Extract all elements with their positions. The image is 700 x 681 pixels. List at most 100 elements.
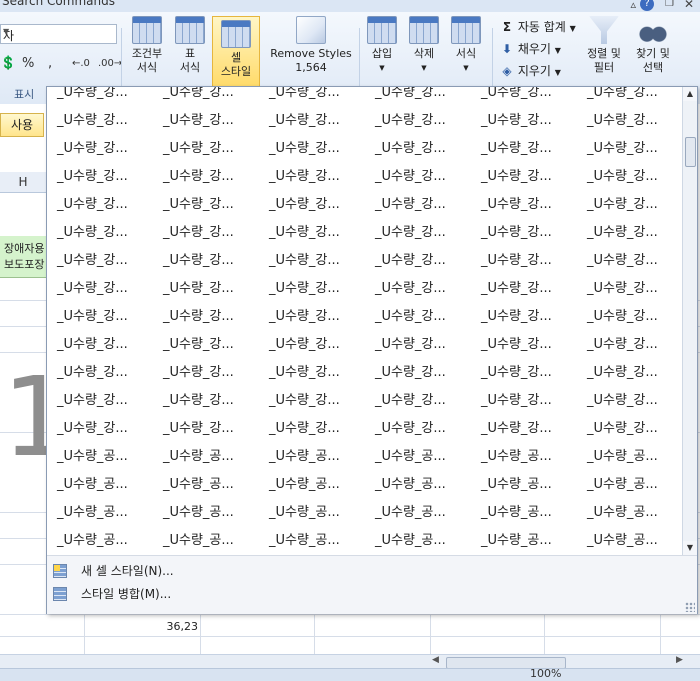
cell-style-item[interactable]: _U수량_공...	[579, 529, 683, 553]
cell-style-item[interactable]: _U수량_강...	[579, 165, 683, 189]
cell-styles-button[interactable]: 셀 스타일	[212, 16, 260, 92]
cell-style-item[interactable]: _U수량_공...	[367, 445, 471, 469]
cell-style-item[interactable]: _U수량_강...	[367, 165, 471, 189]
decrease-decimal-icon[interactable]: .00→	[98, 58, 122, 69]
cell-style-item[interactable]: _U수량_공...	[473, 501, 577, 525]
cell-style-item[interactable]: _U수량_공...	[367, 473, 471, 497]
cell-style-item[interactable]: _U수량_강...	[579, 137, 683, 161]
cell-style-item[interactable]: _U수량_강...	[367, 109, 471, 133]
accounting-format-icon[interactable]: 💲	[0, 56, 16, 71]
cell-style-item[interactable]: _U수량_공...	[155, 501, 259, 525]
cell-style-item[interactable]: _U수량_강...	[261, 361, 365, 385]
zoom-level[interactable]: 100%	[530, 667, 561, 680]
cell-style-item[interactable]: _U수량_강...	[261, 165, 365, 189]
cell-style-item[interactable]: _U수량_강...	[49, 221, 153, 245]
horizontal-scrollbar[interactable]: ◀ ▶	[0, 654, 700, 669]
cell-style-item[interactable]: _U수량_강...	[579, 249, 683, 273]
close-icon[interactable]: ✕	[684, 0, 694, 11]
cell-style-item[interactable]: _U수량_강...	[155, 305, 259, 329]
find-select-button[interactable]: 찾기 및 선택	[630, 16, 676, 75]
cell-style-item[interactable]: _U수량_강...	[579, 389, 683, 413]
cell-style-item[interactable]: _U수량_강...	[49, 109, 153, 133]
cell-style-item[interactable]: _U수량_강...	[473, 193, 577, 217]
new-cell-style-menu-item[interactable]: 새 셀 스타일(N)...	[53, 560, 653, 582]
gallery-scrollbar[interactable]: ▲ ▼	[682, 87, 697, 555]
cell-style-item[interactable]: _U수량_공...	[49, 445, 153, 469]
clear-button[interactable]: ◈ 지우기 ▼	[500, 62, 561, 79]
cell-style-item[interactable]: _U수량_강...	[261, 305, 365, 329]
cell-style-item[interactable]: _U수량_공...	[261, 445, 365, 469]
cell-style-item[interactable]: _U수량_강...	[261, 193, 365, 217]
cell-style-item[interactable]: _U수량_공...	[579, 445, 683, 469]
cell-style-item[interactable]: _U수량_공...	[473, 445, 577, 469]
merge-styles-menu-item[interactable]: 스타일 병합(M)...	[53, 583, 653, 605]
cell-style-item[interactable]: _U수량_강...	[49, 361, 153, 385]
cell-style-item[interactable]: _U수량_공...	[49, 501, 153, 525]
cell-style-item[interactable]: _U수량_강...	[579, 417, 683, 441]
cell-style-item[interactable]: _U수량_강...	[155, 417, 259, 441]
cell-style-item[interactable]: _U수량_강...	[155, 87, 259, 105]
scroll-left-icon[interactable]: ◀	[432, 655, 439, 665]
cell-style-item[interactable]: _U수량_강...	[579, 305, 683, 329]
cell-style-item[interactable]: _U수량_공...	[579, 473, 683, 497]
cell-style-item[interactable]: _U수량_강...	[155, 109, 259, 133]
scroll-down-icon[interactable]: ▼	[683, 541, 697, 555]
cell-style-item[interactable]: _U수량_강...	[473, 165, 577, 189]
styled-cell[interactable]: 사용	[0, 113, 44, 137]
cell-style-item[interactable]: _U수량_강...	[473, 87, 577, 105]
cell-style-item[interactable]: _U수량_강...	[367, 361, 471, 385]
cell-style-item[interactable]: _U수량_강...	[49, 333, 153, 357]
cell-style-item[interactable]: _U수량_강...	[579, 333, 683, 357]
cell-style-item[interactable]: _U수량_강...	[367, 87, 471, 105]
green-cell[interactable]: 장애자용 보도포장	[0, 236, 46, 278]
comma-style-button[interactable]: ,	[48, 56, 52, 71]
cell-style-item[interactable]: _U수량_강...	[49, 87, 153, 105]
cell-style-item[interactable]: _U수량_강...	[473, 417, 577, 441]
cell-style-item[interactable]: _U수량_강...	[367, 221, 471, 245]
cell-style-item[interactable]: _U수량_강...	[155, 249, 259, 273]
cell-style-item[interactable]: _U수량_강...	[49, 137, 153, 161]
autosum-button[interactable]: Σ 자동 합계 ▼	[500, 18, 576, 35]
cell-style-item[interactable]: _U수량_강...	[473, 137, 577, 161]
cell-style-item[interactable]: _U수량_강...	[367, 137, 471, 161]
cell-style-item[interactable]: _U수량_강...	[261, 87, 365, 105]
cell-style-item[interactable]: _U수량_공...	[49, 473, 153, 497]
scroll-up-icon[interactable]: ▲	[683, 87, 697, 101]
cell-style-item[interactable]: _U수량_강...	[49, 417, 153, 441]
cell-style-item[interactable]: _U수량_강...	[261, 333, 365, 357]
cell-style-item[interactable]: _U수량_공...	[155, 445, 259, 469]
cell-style-item[interactable]: _U수량_공...	[155, 529, 259, 553]
cell-style-item[interactable]: _U수량_강...	[49, 389, 153, 413]
cell-style-item[interactable]: _U수량_강...	[473, 305, 577, 329]
cell-style-item[interactable]: _U수량_강...	[261, 249, 365, 273]
cell-style-item[interactable]: _U수량_강...	[473, 277, 577, 301]
percent-style-button[interactable]: %	[22, 56, 34, 71]
cell-style-item[interactable]: _U수량_강...	[579, 221, 683, 245]
cell-style-item[interactable]: _U수량_강...	[155, 333, 259, 357]
cell-style-item[interactable]: _U수량_강...	[579, 87, 683, 105]
insert-cells-button[interactable]: 삽입 ▼	[362, 16, 402, 75]
cell-style-item[interactable]: _U수량_강...	[367, 249, 471, 273]
cell-style-item[interactable]: _U수량_강...	[367, 417, 471, 441]
cell-style-item[interactable]: _U수량_강...	[49, 249, 153, 273]
conditional-format-button[interactable]: 조건부 서식	[124, 16, 170, 75]
cell-style-item[interactable]: _U수량_공...	[473, 473, 577, 497]
cell-style-item[interactable]: _U수량_공...	[579, 501, 683, 525]
cell-style-item[interactable]: _U수량_강...	[579, 193, 683, 217]
resize-grip-icon[interactable]	[685, 602, 695, 612]
cell-style-item[interactable]: _U수량_강...	[579, 277, 683, 301]
cell-style-item[interactable]: _U수량_공...	[367, 501, 471, 525]
ribbon-minimize-icon[interactable]: ▵	[630, 0, 636, 11]
column-header-h[interactable]: H	[0, 172, 46, 193]
cell-style-item[interactable]: _U수량_강...	[49, 277, 153, 301]
remove-styles-button[interactable]: Remove Styles 1,564	[268, 16, 354, 75]
cell-style-item[interactable]: _U수량_강...	[367, 389, 471, 413]
cell-style-item[interactable]: _U수량_강...	[49, 305, 153, 329]
cell-value[interactable]: 36,23	[150, 620, 199, 633]
cell-style-item[interactable]: _U수량_강...	[155, 389, 259, 413]
cell-style-item[interactable]: _U수량_강...	[367, 193, 471, 217]
cell-style-item[interactable]: _U수량_강...	[155, 193, 259, 217]
cell-style-item[interactable]: _U수량_공...	[261, 529, 365, 553]
format-table-button[interactable]: 표 서식	[170, 16, 210, 75]
cell-style-item[interactable]: _U수량_강...	[261, 109, 365, 133]
